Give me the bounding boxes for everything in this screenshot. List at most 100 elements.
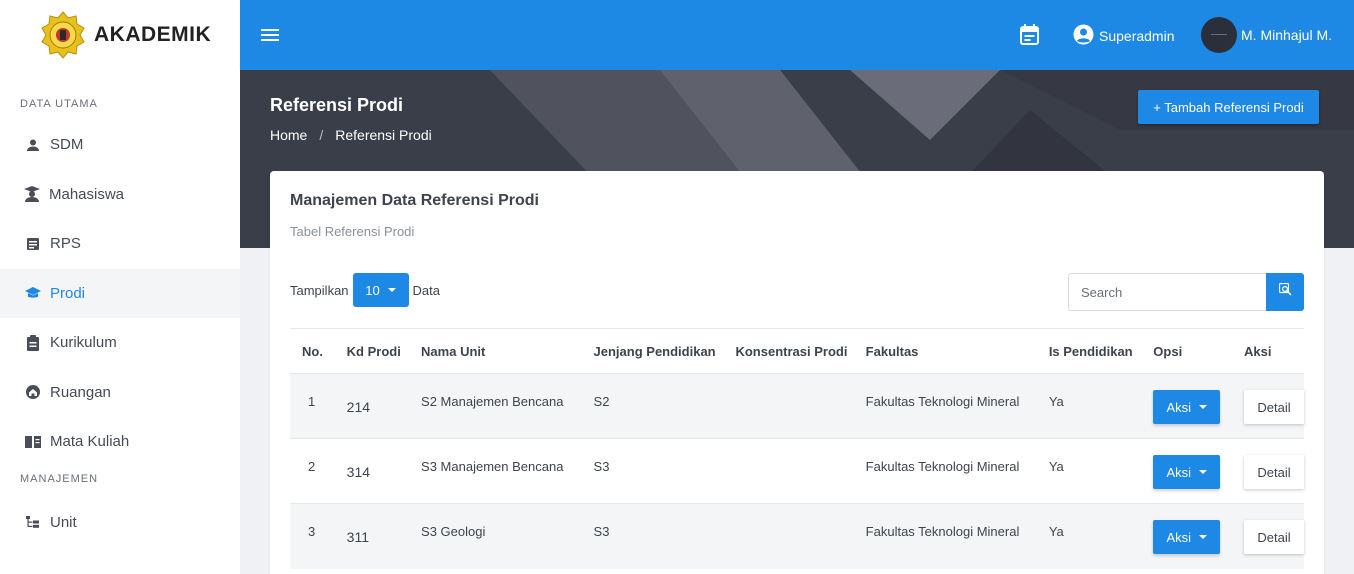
breadcrumb: Home / Referensi Prodi: [270, 127, 432, 143]
detail-button[interactable]: Detail: [1244, 520, 1304, 554]
sidebar-item-label: Kurikulum: [50, 334, 117, 352]
detail-button[interactable]: Detail: [1244, 455, 1304, 489]
sidebar-item-mahasiswa[interactable]: Mahasiswa: [0, 170, 240, 220]
col-opsi[interactable]: Opsi: [1153, 328, 1244, 374]
hamburger-icon[interactable]: [260, 25, 280, 45]
card-subtitle: Tabel Referensi Prodi: [290, 224, 415, 239]
role-label: Superadmin: [1099, 28, 1175, 44]
sidebar-item-label: Ruangan: [50, 383, 111, 401]
cell-kd-prodi: 311: [346, 503, 422, 569]
aksi-label: Aksi: [1166, 464, 1192, 480]
graduation-cap-icon: [24, 284, 42, 302]
col-nama-unit[interactable]: Nama Unit: [421, 328, 594, 374]
cell-is-pendidikan: Ya: [1048, 503, 1154, 569]
student-icon: [23, 185, 41, 203]
col-konsentrasi[interactable]: Konsentrasi Prodi: [735, 328, 866, 374]
page-size-select[interactable]: 10: [352, 273, 409, 307]
show-suffix: Data: [412, 282, 440, 298]
aksi-dropdown-button[interactable]: Aksi: [1153, 455, 1221, 489]
cell-konsentrasi: [735, 438, 866, 504]
cell-kd-prodi: 214: [346, 373, 422, 439]
university-seal-icon: [41, 11, 85, 59]
sidebar-item-ruangan[interactable]: Ruangan: [0, 368, 240, 418]
search-icon: [1278, 282, 1292, 301]
card-title: Manajemen Data Referensi Prodi: [290, 192, 539, 209]
sidebar-item-unit[interactable]: Unit: [0, 498, 240, 548]
search-button[interactable]: [1266, 273, 1304, 311]
sidebar-item-label: Mahasiswa: [49, 185, 125, 203]
avatar[interactable]: [1201, 17, 1237, 53]
brand-name: AKADEMIK: [94, 23, 212, 46]
cell-konsentrasi: [735, 503, 866, 569]
sidebar-item-kurikulum[interactable]: Kurikulum: [0, 318, 240, 368]
sidebar-item-label: RPS: [50, 235, 81, 253]
cell-jenjang: S2: [593, 373, 736, 439]
brand[interactable]: AKADEMIK: [0, 0, 240, 70]
sidebar-item-label: Unit: [50, 513, 77, 531]
clipboard-icon: [24, 334, 42, 352]
cell-no: 3: [290, 503, 347, 569]
search-input[interactable]: [1068, 273, 1266, 311]
sidebar-item-label: Mata Kuliah: [50, 433, 130, 451]
col-fakultas[interactable]: Fakultas: [865, 328, 1049, 374]
cell-is-pendidikan: Ya: [1048, 438, 1154, 504]
detail-button[interactable]: Detail: [1244, 390, 1304, 424]
sidebar-item-sdm[interactable]: SDM: [0, 120, 240, 170]
sidebar-item-prodi[interactable]: Prodi: [0, 268, 240, 318]
document-icon: [24, 235, 42, 253]
cell-no: 2: [290, 438, 347, 504]
table-row: 1 214 S2 Manajemen Bencana S2 Fakultas T…: [290, 373, 1304, 439]
table-row: 2 314 S3 Manajemen Bencana S3 Fakultas T…: [290, 438, 1304, 504]
col-kd-prodi[interactable]: Kd Prodi: [346, 328, 422, 374]
breadcrumb-current: Referensi Prodi: [335, 127, 432, 143]
cell-opsi: Aksi: [1153, 503, 1244, 569]
data-card: Manajemen Data Referensi Prodi Tabel Ref…: [270, 171, 1324, 574]
prodi-table: No. Kd Prodi Nama Unit Jenjang Pendidika…: [290, 328, 1304, 569]
person-icon: [24, 136, 42, 154]
col-jenjang[interactable]: Jenjang Pendidikan: [593, 328, 736, 374]
aksi-dropdown-button[interactable]: Aksi: [1153, 520, 1221, 554]
cell-fakultas: Fakultas Teknologi Mineral: [865, 438, 1049, 504]
caret-down-icon: [1199, 535, 1208, 539]
caret-down-icon: [1199, 470, 1208, 474]
breadcrumb-home[interactable]: Home: [270, 127, 307, 143]
table-row: 3 311 S3 Geologi S3 Fakultas Teknologi M…: [290, 503, 1304, 569]
cell-opsi: Aksi: [1153, 373, 1244, 439]
cell-aksi: Detail: [1244, 438, 1304, 504]
role-switcher[interactable]: Superadmin: [1073, 24, 1175, 48]
aksi-dropdown-button[interactable]: Aksi: [1153, 390, 1221, 424]
page-size-value: 10: [365, 282, 380, 298]
account-circle-icon: [1073, 24, 1094, 48]
sidebar: AKADEMIK DATA UTAMA SDM Mahasiswa RPS Pr…: [0, 0, 240, 574]
cell-jenjang: S3: [593, 503, 736, 569]
page-title: Referensi Prodi: [270, 95, 404, 115]
cell-fakultas: Fakultas Teknologi Mineral: [865, 503, 1049, 569]
cell-jenjang: S3: [593, 438, 736, 504]
cell-kd-prodi: 314: [346, 438, 422, 504]
calendar-icon[interactable]: [1019, 24, 1040, 51]
cell-fakultas: Fakultas Teknologi Mineral: [865, 373, 1049, 439]
col-no[interactable]: No.: [290, 328, 347, 374]
cell-aksi: Detail: [1244, 503, 1304, 569]
search-box: [1068, 273, 1304, 311]
cell-nama-unit: S2 Manajemen Bencana: [421, 373, 594, 439]
sidebar-item-rps[interactable]: RPS: [0, 219, 240, 269]
page-size-control: Tampilkan 10 Data: [290, 273, 440, 307]
cell-no: 1: [290, 373, 347, 439]
cell-opsi: Aksi: [1153, 438, 1244, 504]
cell-nama-unit: S3 Geologi: [421, 503, 594, 569]
sidebar-item-label: SDM: [50, 136, 84, 154]
col-aksi[interactable]: Aksi: [1244, 328, 1304, 374]
hierarchy-icon: [24, 513, 42, 531]
home-icon: [24, 383, 42, 401]
user-name[interactable]: M. Minhajul M.: [1241, 27, 1332, 43]
cell-aksi: Detail: [1244, 373, 1304, 439]
add-referensi-prodi-button[interactable]: + Tambah Referensi Prodi: [1138, 90, 1319, 124]
col-is-pendidikan[interactable]: Is Pendidikan: [1048, 328, 1154, 374]
section-label-manajemen: MANAJEMEN: [20, 472, 99, 485]
cell-nama-unit: S3 Manajemen Bencana: [421, 438, 594, 504]
caret-down-icon: [1199, 405, 1208, 409]
section-label-data-utama: DATA UTAMA: [20, 98, 98, 110]
aksi-label: Aksi: [1166, 399, 1192, 415]
table-header-row: No. Kd Prodi Nama Unit Jenjang Pendidika…: [290, 328, 1304, 374]
